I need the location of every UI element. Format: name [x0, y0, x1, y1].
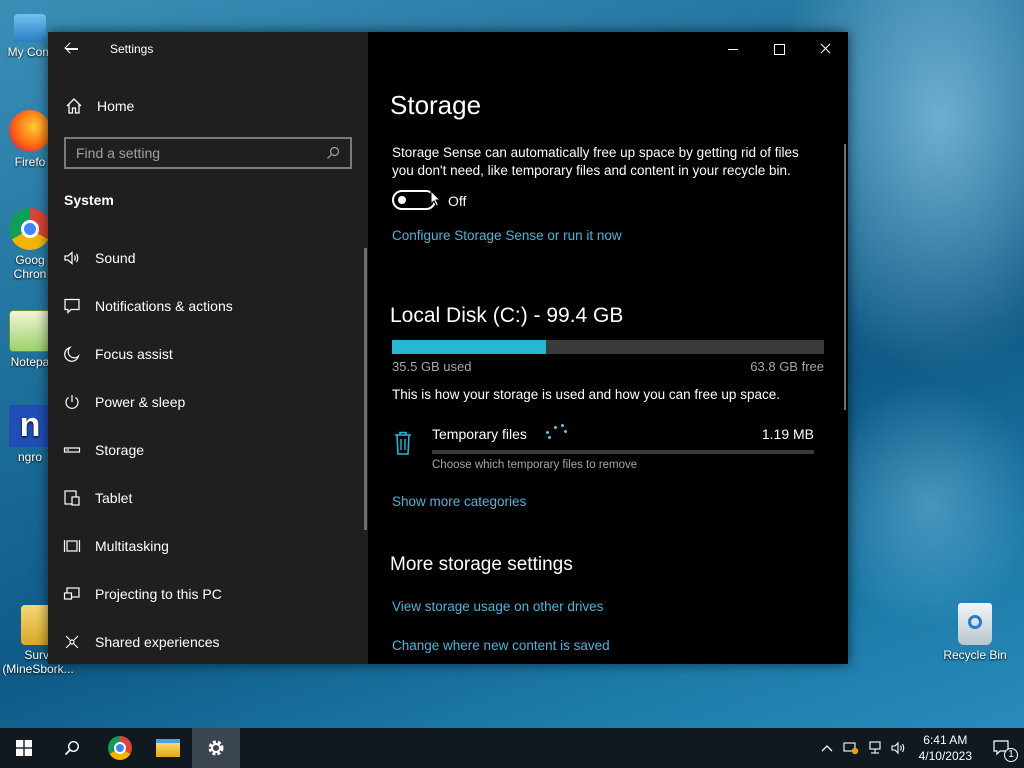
close-icon[interactable] [802, 32, 848, 66]
computer-icon [14, 14, 46, 42]
category-subtext: Choose which temporary files to remove [432, 459, 638, 471]
notification-icon [64, 298, 80, 314]
sidebar-item-sound[interactable]: Sound [48, 234, 364, 282]
sidebar-item-storage[interactable]: Storage [48, 426, 364, 474]
chevron-up-icon[interactable] [815, 728, 839, 768]
gear-icon [208, 740, 224, 756]
used-label: 35.5 GB used [392, 359, 472, 374]
sidebar-item-multitasking[interactable]: Multitasking [48, 522, 364, 570]
category-size: 1.19 MB [761, 426, 814, 442]
chrome-icon [108, 736, 132, 760]
disk-title: Local Disk (C:) - 99.4 GB [390, 304, 624, 327]
desktop-icon-recycle-bin[interactable]: Recycle Bin [937, 603, 1013, 662]
notepad-icon [9, 310, 51, 352]
minimize-icon[interactable] [710, 32, 756, 66]
network-icon[interactable] [863, 728, 887, 768]
ngrok-icon: n [9, 405, 51, 447]
tablet-icon [64, 490, 80, 506]
page-title: Storage [390, 90, 482, 120]
storage-page: Storage Storage Sense can automatically … [368, 32, 848, 664]
search-taskbar-button[interactable] [48, 728, 96, 768]
taskbar-chrome[interactable] [96, 728, 144, 768]
clock-date: 4/10/2023 [918, 749, 972, 763]
folder-icon [156, 739, 180, 757]
taskbar-settings[interactable] [192, 728, 240, 768]
sidebar-scrollbar[interactable] [364, 248, 367, 530]
sidebar-item-projecting[interactable]: Projecting to this PC [48, 570, 364, 618]
notification-badge: 1 [1004, 748, 1018, 762]
home-icon [66, 98, 82, 114]
caption-buttons [710, 32, 848, 66]
sidebar: Settings Home Find a setting System Soun… [48, 32, 368, 664]
chrome-icon [9, 208, 51, 250]
sidebar-item-notifications[interactable]: Notifications & actions [48, 282, 364, 330]
maximize-icon[interactable] [756, 32, 802, 66]
sidebar-item-shared-experiences[interactable]: Shared experiences [48, 618, 364, 664]
search-icon[interactable] [326, 146, 340, 160]
power-icon [65, 395, 79, 409]
window-title: Settings [110, 42, 154, 56]
configure-storage-sense-link[interactable]: Configure Storage Sense or run it now [392, 228, 622, 243]
moon-icon [64, 346, 80, 362]
category-usage-bar [432, 450, 814, 454]
sidebar-home[interactable]: Home [48, 86, 368, 126]
clock-time: 6:41 AM [923, 733, 968, 747]
multitasking-icon [63, 540, 81, 552]
back-arrow-icon[interactable] [64, 41, 80, 57]
show-more-categories-link[interactable]: Show more categories [392, 494, 526, 509]
defender-alert-icon[interactable] [839, 728, 863, 768]
view-other-drives-link[interactable]: View storage usage on other drives [392, 599, 603, 614]
search-placeholder: Find a setting [76, 145, 161, 161]
section-heading: System [64, 192, 114, 208]
more-storage-settings-heading: More storage settings [390, 554, 573, 575]
storage-icon [63, 447, 81, 453]
main-scrollbar[interactable] [844, 144, 846, 410]
sidebar-item-power-sleep[interactable]: Power & sleep [48, 378, 364, 426]
clock[interactable]: 6:41 AM 4/10/2023 [911, 732, 980, 764]
search-input[interactable]: Find a setting [64, 137, 352, 169]
storage-sense-description: Storage Sense can automatically free up … [392, 145, 799, 178]
volume-icon[interactable] [887, 728, 911, 768]
system-tray: 6:41 AM 4/10/2023 1 [815, 728, 1024, 768]
category-temporary-files[interactable]: Temporary files [432, 426, 527, 442]
sidebar-nav: Sound Notifications & actions Focus assi… [48, 234, 364, 664]
settings-window: Settings Home Find a setting System Soun… [48, 32, 848, 664]
sidebar-item-tablet[interactable]: Tablet [48, 474, 364, 522]
title-bar: Settings [48, 32, 368, 66]
toggle-state-label: Off [448, 193, 467, 209]
free-label: 63.8 GB free [750, 359, 824, 374]
search-icon [64, 740, 80, 756]
recycle-bin-icon [958, 603, 992, 645]
start-button[interactable] [0, 728, 48, 768]
disk-usage-bar [392, 340, 824, 354]
disk-usage-fill [392, 340, 547, 354]
taskbar: 6:41 AM 4/10/2023 1 [0, 728, 1024, 768]
loading-spinner-icon [546, 424, 568, 442]
projecting-icon [63, 587, 80, 600]
change-new-content-location-link[interactable]: Change where new content is saved [392, 638, 610, 653]
taskbar-file-explorer[interactable] [144, 728, 192, 768]
action-center-button[interactable]: 1 [980, 728, 1024, 768]
windows-logo-icon [16, 740, 32, 756]
usage-note: This is how your storage is used and how… [392, 387, 780, 402]
sidebar-item-focus-assist[interactable]: Focus assist [48, 330, 364, 378]
trash-icon [395, 431, 411, 455]
mouse-cursor-icon [430, 190, 442, 207]
firefox-icon [9, 110, 51, 152]
home-label: Home [97, 98, 135, 114]
speaker-icon [64, 251, 79, 265]
shared-icon [65, 635, 79, 649]
